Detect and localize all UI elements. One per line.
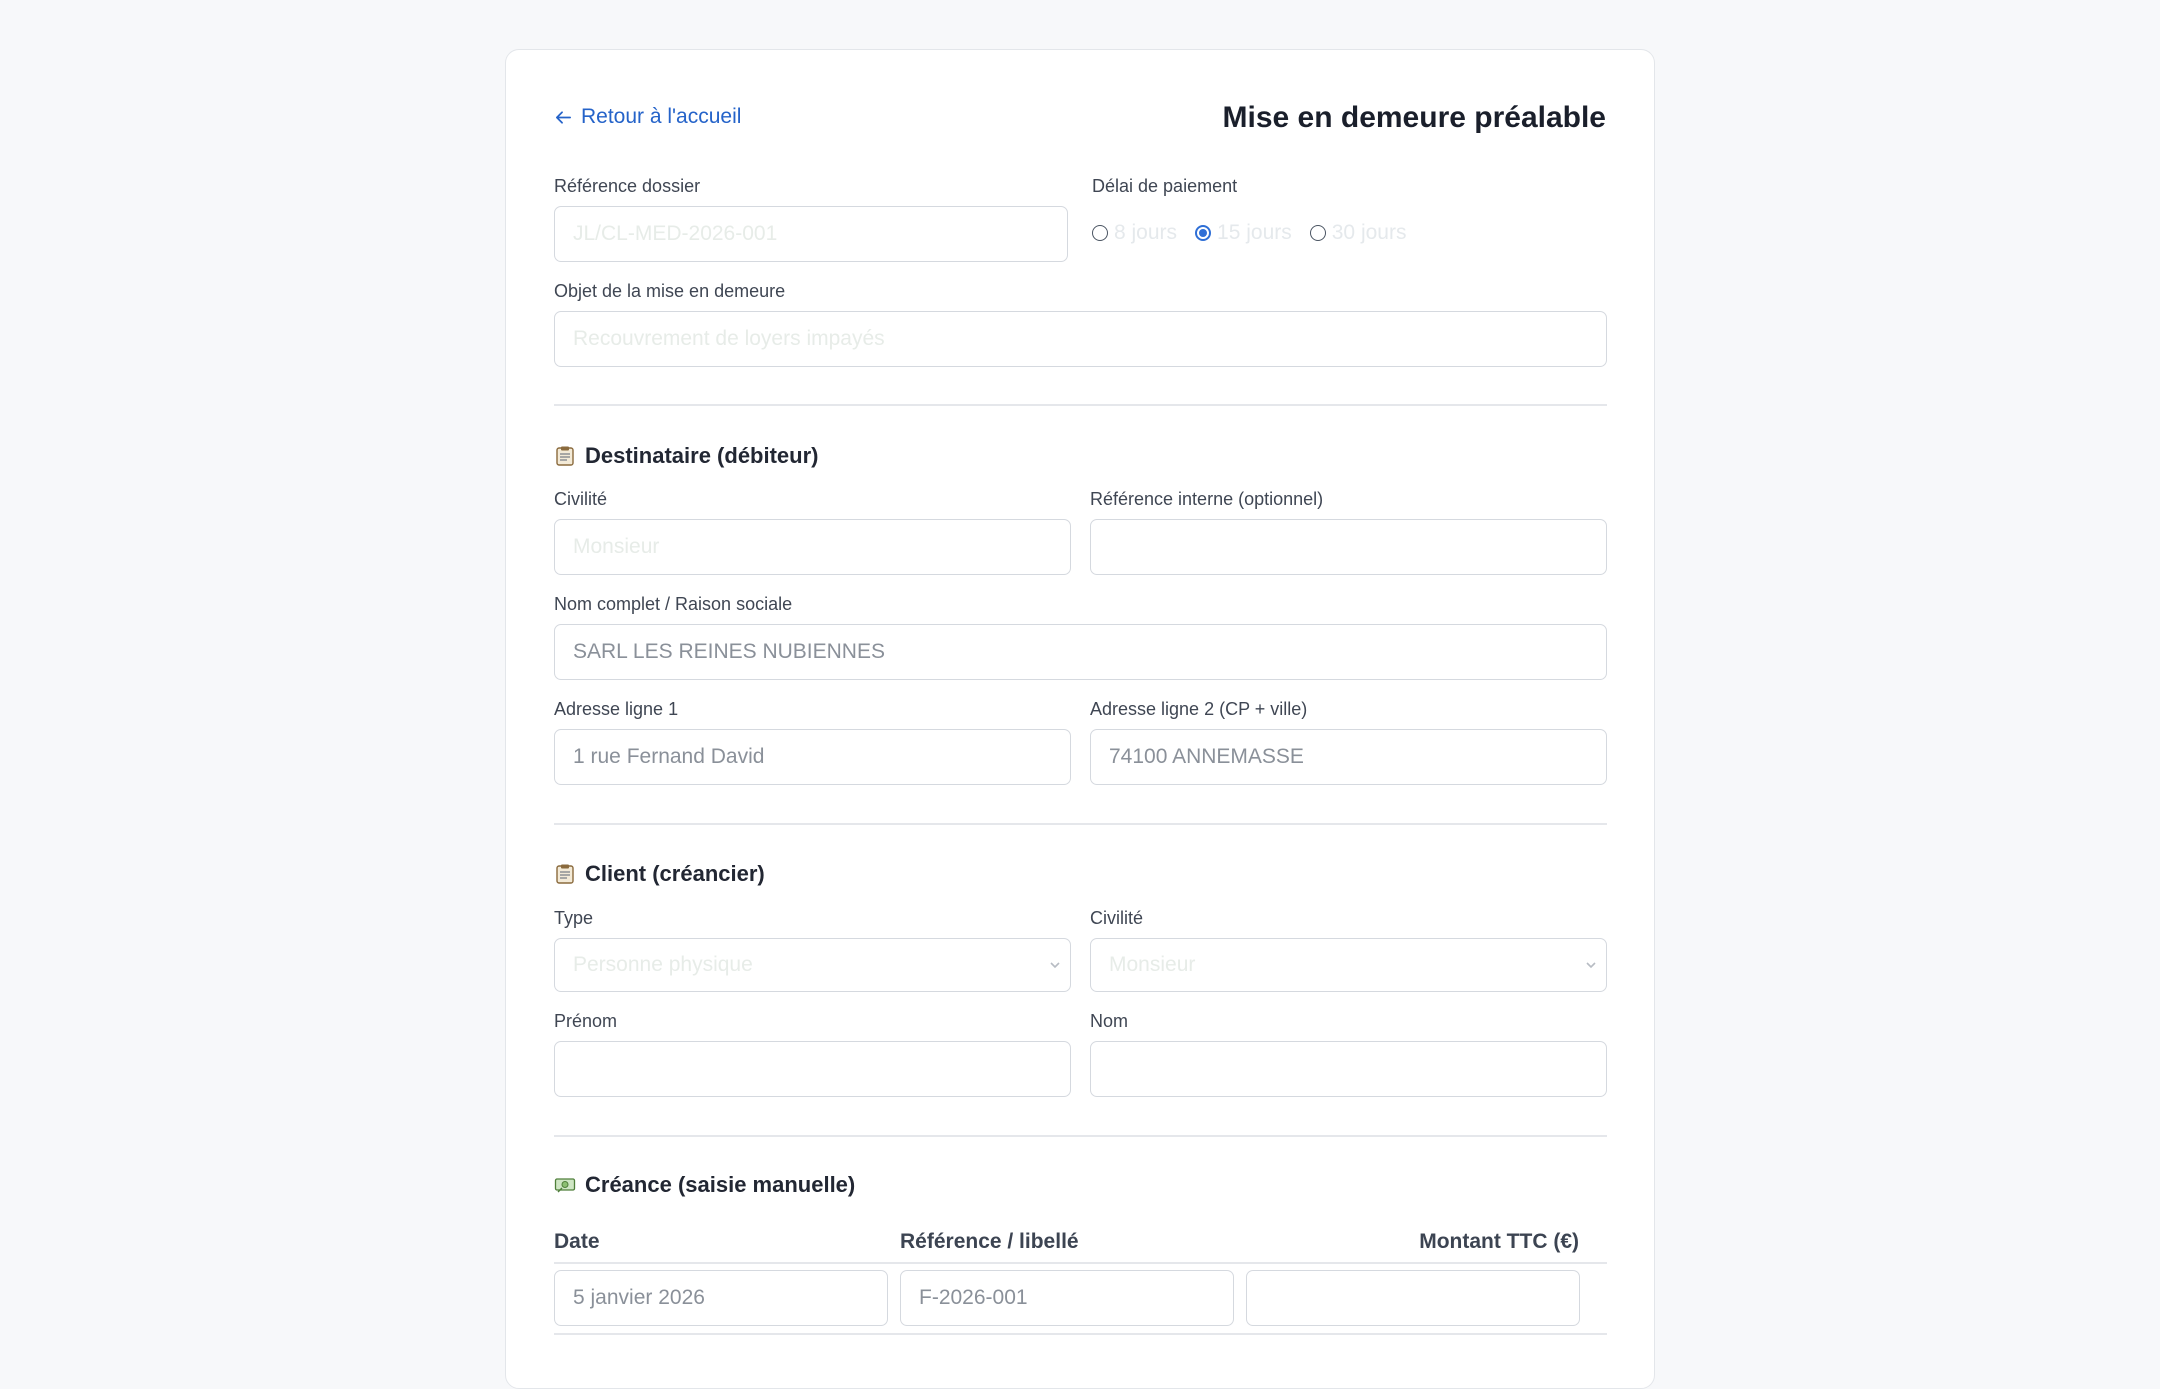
- claim-section-title: Créance (saisie manuelle): [554, 1172, 855, 1198]
- section-divider: [554, 823, 1607, 825]
- back-home-link[interactable]: Retour à l'accueil: [554, 105, 741, 129]
- client-type-select[interactable]: Personne physique: [554, 938, 1071, 992]
- client-section-label: Client (créancier): [585, 861, 765, 886]
- address1-input[interactable]: 1 rue Fernand David: [554, 729, 1071, 785]
- delay-option-label: 15 jours: [1217, 221, 1292, 244]
- debtor-civility-label: Civilité: [554, 489, 608, 509]
- table-row-divider: [554, 1333, 1607, 1335]
- payment-delay-label: Délai de paiement: [1092, 176, 1238, 196]
- client-civility-value: Monsieur: [1109, 953, 1196, 976]
- debtor-name-input[interactable]: SARL LES REINES NUBIENNES: [554, 624, 1607, 680]
- firstname-label: Prénom: [554, 1011, 618, 1031]
- debtor-civility-placeholder: Monsieur: [573, 535, 660, 558]
- delay-option-label: 30 jours: [1331, 221, 1407, 244]
- client-civility-label: Civilité: [1090, 908, 1144, 928]
- firstname-input[interactable]: [554, 1041, 1071, 1097]
- client-type-label: Type: [554, 908, 594, 928]
- chevron-down-icon: [1586, 962, 1596, 969]
- claim-amount-input[interactable]: [1246, 1270, 1580, 1326]
- radio-button-selected[interactable]: [1195, 225, 1212, 241]
- address2-label: Adresse ligne 2 (CP + ville): [1090, 699, 1308, 719]
- debtor-section-title: Destinataire (débiteur): [554, 443, 819, 469]
- ref-dossier-input[interactable]: JL/CL-MED-2026-001: [554, 206, 1068, 262]
- radio-button[interactable]: [1309, 225, 1326, 241]
- debtor-name-label: Nom complet / Raison sociale: [554, 594, 793, 614]
- address1-label: Adresse ligne 1: [554, 699, 679, 719]
- payment-delay-radio-group: 8 jours 15 jours 30 jours: [1092, 221, 1406, 245]
- column-header-reference: Référence / libellé: [900, 1230, 1079, 1253]
- claim-reference-value: F-2026-001: [919, 1286, 1028, 1309]
- radio-button[interactable]: [1092, 225, 1108, 241]
- address2-input[interactable]: 74100 ANNEMASSE: [1090, 729, 1607, 785]
- internal-ref-input[interactable]: [1090, 519, 1607, 575]
- address1-value: 1 rue Fernand David: [573, 745, 765, 768]
- debtor-name-value: SARL LES REINES NUBIENNES: [573, 640, 885, 663]
- arrow-left-icon: [555, 110, 572, 124]
- object-input[interactable]: Recouvrement de loyers impayés: [554, 311, 1607, 367]
- claim-reference-input[interactable]: F-2026-001: [900, 1270, 1234, 1326]
- ref-dossier-placeholder: JL/CL-MED-2026-001: [573, 222, 778, 245]
- delay-option-15[interactable]: 15 jours: [1195, 221, 1292, 245]
- address2-value: 74100 ANNEMASSE: [1109, 745, 1304, 768]
- debtor-civility-input[interactable]: Monsieur: [554, 519, 1071, 575]
- delay-option-label: 8 jours: [1114, 221, 1178, 244]
- chevron-down-icon: [1050, 962, 1060, 969]
- table-header-divider: [554, 1262, 1607, 1264]
- column-header-amount: Montant TTC (€): [1419, 1230, 1579, 1253]
- claim-section-label: Créance (saisie manuelle): [585, 1172, 856, 1197]
- column-header-date: Date: [554, 1230, 600, 1253]
- client-section-title: Client (créancier): [554, 861, 765, 887]
- back-home-label: Retour à l'accueil: [581, 105, 742, 128]
- client-civility-select[interactable]: Monsieur: [1090, 938, 1607, 992]
- banknote-icon: [554, 1178, 576, 1193]
- lastname-label: Nom: [1090, 1011, 1129, 1031]
- object-label: Objet de la mise en demeure: [554, 281, 786, 301]
- lastname-input[interactable]: [1090, 1041, 1607, 1097]
- claim-date-input[interactable]: 5 janvier 2026: [554, 1270, 888, 1326]
- clipboard-icon: [556, 864, 574, 884]
- claim-date-value: 5 janvier 2026: [573, 1286, 705, 1309]
- clipboard-icon: [556, 446, 574, 466]
- debtor-section-label: Destinataire (débiteur): [585, 443, 819, 468]
- internal-ref-label: Référence interne (optionnel): [1090, 489, 1324, 509]
- section-divider: [554, 404, 1607, 406]
- object-placeholder: Recouvrement de loyers impayés: [573, 327, 885, 350]
- delay-option-30[interactable]: 30 jours: [1309, 221, 1407, 245]
- page-title: Mise en demeure préalable: [1222, 101, 1607, 134]
- client-type-value: Personne physique: [573, 953, 753, 976]
- delay-option-8[interactable]: 8 jours: [1092, 221, 1177, 245]
- section-divider: [554, 1135, 1607, 1137]
- form-card: Retour à l'accueil Mise en demeure préal…: [505, 49, 1655, 1389]
- ref-dossier-label: Référence dossier: [554, 176, 701, 196]
